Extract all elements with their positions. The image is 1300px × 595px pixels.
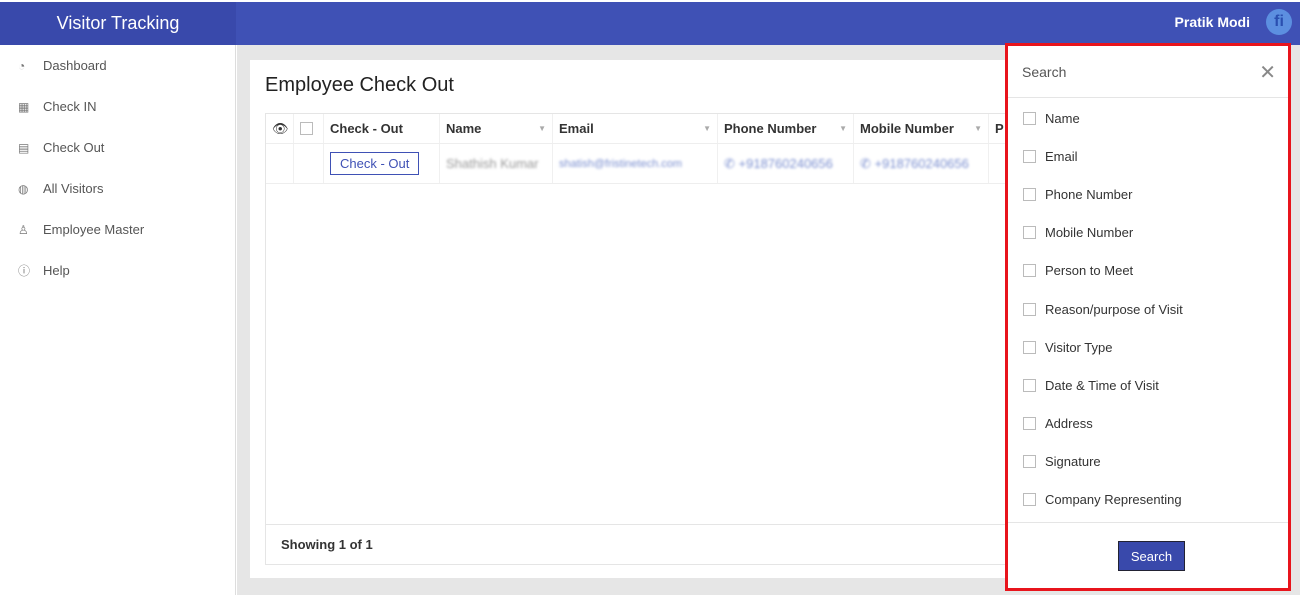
option-checkbox[interactable] xyxy=(1023,417,1036,431)
search-option[interactable]: Company Representing xyxy=(1008,481,1288,519)
option-checkbox[interactable] xyxy=(1023,302,1036,316)
option-checkbox[interactable] xyxy=(1023,149,1036,163)
top-header: Visitor Tracking Pratik Modi fi xyxy=(0,2,1300,45)
check-out-button[interactable]: Check - Out xyxy=(330,152,420,175)
sidebar-item[interactable]: ◔ Dashboard xyxy=(0,45,235,86)
search-option[interactable]: Visitor Type xyxy=(1008,328,1288,366)
cell: ✆ +918760240656 xyxy=(854,144,989,183)
search-option[interactable]: Date & Time of Visit xyxy=(1008,366,1288,404)
cell: ✆ +918760240656 xyxy=(718,144,854,183)
column-label: Phone Number xyxy=(724,121,817,136)
sidebar-item[interactable]: ◍ All Visitors xyxy=(0,168,235,209)
option-label: Mobile Number xyxy=(1045,225,1134,241)
option-label: Phone Number xyxy=(1045,186,1133,202)
mobile-value[interactable]: +918760240656 xyxy=(875,156,969,171)
sidebar-item-label: Dashboard xyxy=(43,58,107,73)
email-value[interactable]: shatish@fristinetech.com xyxy=(559,158,682,170)
column-header[interactable]: Phone Number ▼ xyxy=(718,114,854,143)
sidebar: ◔ Dashboard ▦ Check IN ▤ Check Out ◍ All Visito… xyxy=(0,45,236,595)
sidebar-item-label: Check IN xyxy=(43,99,97,114)
sidebar-item[interactable]: ♙ Employee Master xyxy=(0,209,235,250)
data-table: 👁 Check - Out Name ▼ Email ▼ Phone Number ▼… xyxy=(265,113,1055,525)
option-label: Visitor Type xyxy=(1045,339,1113,355)
select-all-checkbox[interactable] xyxy=(294,114,324,143)
option-label: Address xyxy=(1045,416,1093,432)
sidebar-item-label: Employee Master xyxy=(43,222,145,237)
user-icon: ♙ xyxy=(18,222,29,237)
sidebar-item-label: Help xyxy=(43,263,70,278)
column-header[interactable]: Email ▼ xyxy=(553,114,718,143)
phone-icon: ✆ xyxy=(724,155,739,171)
table-header: 👁 Check - Out Name ▼ Email ▼ Phone Number ▼… xyxy=(266,114,1054,144)
page-title: Employee Check Out xyxy=(265,74,454,96)
checkout-icon: ▤ xyxy=(18,140,30,155)
column-header[interactable]: Check - Out xyxy=(324,114,440,143)
option-label: Signature xyxy=(1045,454,1101,470)
option-label: Company Representing xyxy=(1045,492,1182,508)
sidebar-item-label: Check Out xyxy=(43,140,105,155)
info-icon: ⓘ xyxy=(18,264,31,278)
phone-value[interactable]: +918760240656 xyxy=(739,156,833,171)
sidebar-item[interactable]: ⓘ Help xyxy=(0,250,235,291)
search-option[interactable]: Name xyxy=(1008,99,1288,137)
option-label: Person to Meet xyxy=(1045,263,1134,279)
search-option[interactable]: Email xyxy=(1008,137,1288,175)
sort-icon[interactable]: ▼ xyxy=(703,124,711,133)
sort-icon[interactable]: ▼ xyxy=(538,124,546,133)
table-footer: Showing 1 of 1 xyxy=(265,525,1055,565)
close-icon[interactable]: ✕ xyxy=(1259,60,1276,85)
column-header[interactable]: Mobile Number ▼ xyxy=(854,114,989,143)
option-checkbox[interactable] xyxy=(1023,493,1036,507)
search-panel-title: Search xyxy=(1022,63,1067,80)
column-label: Mobile Number xyxy=(860,121,954,136)
option-label: Name xyxy=(1045,110,1080,126)
eye-icon[interactable]: 👁 xyxy=(266,114,294,143)
user-name[interactable]: Pratik Modi xyxy=(1175,14,1250,30)
option-label: Date & Time of Visit xyxy=(1045,377,1159,393)
avatar[interactable]: fi xyxy=(1266,9,1292,35)
column-label: Email xyxy=(559,121,594,136)
app-title: Visitor Tracking xyxy=(0,2,236,45)
name-value: Shathish Kumar xyxy=(446,156,539,171)
search-option[interactable]: Person to Meet xyxy=(1008,252,1288,290)
option-checkbox[interactable] xyxy=(1023,340,1036,354)
option-checkbox[interactable] xyxy=(1023,187,1036,201)
cell xyxy=(266,144,294,183)
option-checkbox[interactable] xyxy=(1023,111,1036,125)
search-option[interactable]: Reason/purpose of Visit xyxy=(1008,290,1288,328)
option-checkbox[interactable] xyxy=(1023,455,1036,469)
phone-icon: ✆ xyxy=(860,155,875,171)
sidebar-item[interactable]: ▦ Check IN xyxy=(0,86,235,127)
cell: Check - Out xyxy=(324,144,440,183)
checkin-icon: ▦ xyxy=(18,99,30,114)
content-card: Employee Check Out 👁 Check - Out Name ▼ E… xyxy=(250,60,1055,578)
sidebar-item-label: All Visitors xyxy=(43,181,104,196)
search-panel-footer: Search xyxy=(1008,522,1288,588)
option-checkbox[interactable] xyxy=(1023,378,1036,392)
cell: shatish@fristinetech.com xyxy=(553,144,718,183)
search-option[interactable]: Mobile Number xyxy=(1008,214,1288,252)
cell xyxy=(294,144,324,183)
table-row: Check - Out Shathish Kumar shatish@frist… xyxy=(266,144,1054,184)
sidebar-item[interactable]: ▤ Check Out xyxy=(0,127,235,168)
cell: Shathish Kumar xyxy=(440,144,553,183)
sort-icon[interactable]: ▼ xyxy=(839,124,847,133)
dashboard-icon: ◔ xyxy=(18,58,26,73)
search-option[interactable]: Signature xyxy=(1008,443,1288,481)
option-checkbox[interactable] xyxy=(1023,226,1036,240)
option-label: Email xyxy=(1045,148,1078,164)
option-checkbox[interactable] xyxy=(1023,264,1036,278)
search-panel: Search ✕ Name Email Phone Number Mobile Num… xyxy=(1005,43,1291,591)
sort-icon[interactable]: ▼ xyxy=(974,124,982,133)
column-label: Name xyxy=(446,121,482,136)
search-panel-header: Search ✕ xyxy=(1008,46,1288,98)
globe-icon: ◍ xyxy=(18,181,29,196)
option-label: Reason/purpose of Visit xyxy=(1045,301,1183,317)
search-option[interactable]: Phone Number xyxy=(1008,175,1288,213)
search-option[interactable]: Address xyxy=(1008,405,1288,443)
column-header[interactable]: Name ▼ xyxy=(440,114,553,143)
search-button[interactable]: Search xyxy=(1118,541,1185,571)
